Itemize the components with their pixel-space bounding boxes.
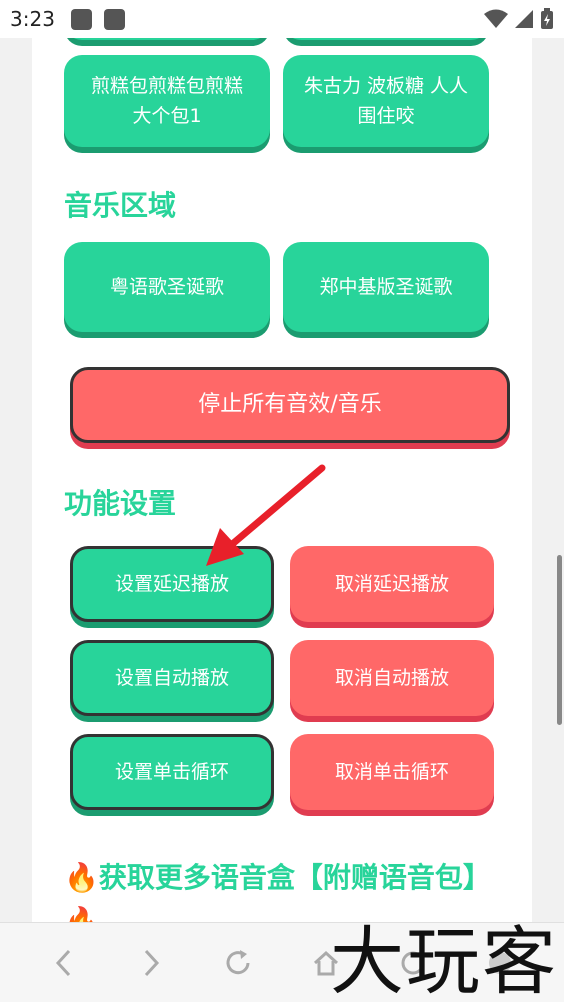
back-icon[interactable] xyxy=(44,943,84,983)
watermark: 大玩客 xyxy=(330,919,558,1002)
status-icons xyxy=(484,8,554,30)
status-bar: 3:23 xyxy=(0,0,564,38)
screen: 3:23 煎糕包煎糕包煎糕大个包1 朱古力 波板糖 人人围住咬 音乐区域 粤语歌… xyxy=(0,0,564,1002)
wifi-icon xyxy=(484,9,508,28)
status-time: 3:23 xyxy=(10,7,55,31)
red-arrow-annotation xyxy=(206,464,326,566)
notification-icon xyxy=(70,8,92,30)
forward-icon[interactable] xyxy=(131,943,171,983)
signal-icon xyxy=(515,10,533,28)
battery-icon xyxy=(541,8,553,29)
refresh-icon[interactable] xyxy=(218,943,258,983)
notification-icon xyxy=(103,8,125,30)
